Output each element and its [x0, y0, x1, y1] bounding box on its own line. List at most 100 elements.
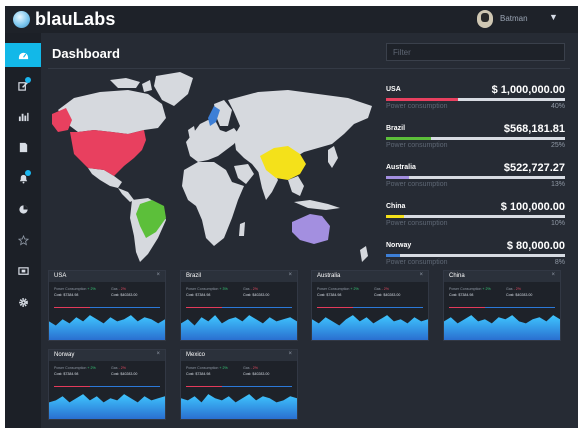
sidebar-item-documents[interactable] — [5, 135, 41, 159]
sidebar-item-dashboard[interactable] — [5, 43, 41, 67]
card-cost-right: Cost: $40283.00 — [506, 293, 533, 297]
card-header: USA × — [49, 271, 165, 282]
country-stats-list: USA $ 1,000,000.00 Power consumption 40%… — [386, 84, 565, 279]
card-cost-left: Cost: $7384.98 — [317, 293, 342, 297]
sidebar-item-analytics[interactable] — [5, 197, 41, 221]
map-new-zealand — [360, 246, 368, 262]
sparkline-area — [49, 394, 165, 419]
card-power-delta: + 3% — [219, 287, 228, 291]
country-card[interactable]: Brazil × Power Consumption + 3% Gas - 2%… — [180, 270, 298, 341]
map-region-australia[interactable] — [292, 214, 330, 244]
app-window: blauLabs Batman ▼ Dashboard Filter USA $… — [5, 6, 578, 428]
stat-percent: 13% — [550, 181, 565, 188]
country-card[interactable]: Australia × Power Consumption + 2% Gas -… — [311, 270, 429, 341]
stat-progress-track — [386, 215, 565, 218]
stat-subtitle: Power consumption — [386, 220, 448, 227]
card-title: Brazil — [186, 273, 202, 279]
stat-subtitle: Power consumption — [386, 259, 448, 266]
country-card[interactable]: China × Power Consumption + 2% Gas - 2% … — [443, 270, 561, 341]
card-gas-delta: - 2% — [118, 366, 126, 370]
card-power-label: Power Consumption — [54, 366, 87, 370]
stat-row-usa[interactable]: USA $ 1,000,000.00 Power consumption 40% — [386, 84, 565, 123]
close-icon[interactable]: × — [551, 272, 555, 278]
card-gas-line: Gas - 2% — [243, 287, 258, 292]
sparkline-area — [444, 315, 560, 340]
map-canada — [58, 90, 166, 134]
header-divider — [48, 68, 570, 69]
card-gas-label: Gas — [243, 287, 250, 291]
card-gas-label: Gas — [506, 287, 513, 291]
card-gas-line: Gas - 2% — [243, 366, 258, 371]
card-gas-delta: - 2% — [118, 287, 126, 291]
card-header: Brazil × — [181, 271, 297, 282]
card-gas-delta: - 2% — [513, 287, 521, 291]
sidebar-item-reports[interactable] — [5, 104, 41, 128]
card-ratio-bar-blue — [222, 386, 292, 387]
sidebar-item-notifications[interactable] — [5, 166, 41, 190]
sidebar-item-favorites[interactable] — [5, 228, 41, 252]
map-region-usa[interactable] — [70, 130, 146, 176]
card-ratio-bar-blue — [222, 307, 292, 308]
card-sparkline — [49, 394, 165, 419]
stat-percent: 40% — [550, 103, 565, 110]
card-power-delta: + 2% — [87, 287, 96, 291]
card-gas-label: Gas — [374, 287, 381, 291]
card-power-line: Power Consumption + 2% — [186, 366, 228, 371]
card-gas-line: Gas - 2% — [506, 287, 521, 292]
card-header: Mexico × — [181, 350, 297, 361]
screen-icon — [17, 266, 29, 275]
close-icon[interactable]: × — [419, 272, 423, 278]
card-gas-label: Gas — [243, 366, 250, 370]
card-cost-right: Cost: $40283.00 — [374, 293, 401, 297]
card-power-label: Power Consumption — [317, 287, 350, 291]
card-cost-left: Cost: $7384.98 — [449, 293, 474, 297]
card-ratio-bar-red — [449, 307, 485, 308]
pie-chart-icon — [18, 204, 28, 214]
card-ratio-bar-blue — [90, 307, 160, 308]
card-cost-left: Cost: $7384.98 — [54, 372, 79, 376]
stat-progress-track — [386, 98, 565, 101]
close-icon[interactable]: × — [156, 351, 160, 357]
sidebar-item-settings[interactable] — [5, 290, 41, 314]
stat-progress-fill — [386, 98, 458, 101]
filter-input[interactable] — [386, 43, 565, 61]
logo-text: blauLabs — [35, 9, 116, 29]
bar-chart-icon — [18, 112, 29, 121]
country-card[interactable]: Norway × Power Consumption + 2% Gas - 2%… — [48, 349, 166, 420]
world-map[interactable] — [48, 70, 383, 266]
stat-percent: 25% — [550, 142, 565, 149]
stat-progress-track — [386, 176, 565, 179]
card-cost-right: Cost: $40283.00 — [243, 293, 270, 297]
card-cost-left: Cost: $7384.98 — [186, 372, 211, 376]
stat-progress-fill — [386, 176, 410, 179]
card-power-delta: + 2% — [87, 366, 96, 370]
card-gas-delta: - 2% — [381, 287, 389, 291]
sidebar-item-display[interactable] — [5, 259, 41, 283]
avatar[interactable] — [477, 10, 493, 28]
chevron-down-icon[interactable]: ▼ — [549, 12, 558, 22]
card-ratio-bar-blue — [485, 307, 555, 308]
country-card[interactable]: Mexico × Power Consumption + 2% Gas - 2%… — [180, 349, 298, 420]
stat-row-brazil[interactable]: Brazil $568,181.81 Power consumption 25% — [386, 123, 565, 162]
card-power-label: Power Consumption — [186, 287, 219, 291]
star-icon — [17, 234, 29, 245]
close-icon[interactable]: × — [156, 272, 160, 278]
country-card[interactable]: USA × Power Consumption + 2% Gas - 2% Co… — [48, 270, 166, 341]
stat-subtitle: Power consumption — [386, 142, 448, 149]
card-gas-line: Gas - 2% — [111, 287, 126, 292]
sidebar-item-edit[interactable] — [5, 73, 41, 97]
notification-badge — [25, 170, 31, 176]
user-name[interactable]: Batman — [500, 14, 528, 23]
map-southeast-asia — [288, 176, 304, 196]
map-madagascar — [239, 222, 245, 236]
map-indonesia — [294, 200, 340, 210]
stat-progress-fill — [386, 215, 404, 218]
close-icon[interactable]: × — [288, 351, 292, 357]
stat-value: $ 80,000.00 — [506, 240, 565, 252]
stat-row-australia[interactable]: Australia $522,727.27 Power consumption … — [386, 162, 565, 201]
stat-row-china[interactable]: China $ 100,000.00 Power consumption 10% — [386, 201, 565, 240]
close-icon[interactable]: × — [288, 272, 292, 278]
card-sparkline — [312, 315, 428, 340]
card-power-line: Power Consumption + 3% — [186, 287, 228, 292]
stat-progress-fill — [386, 254, 401, 257]
